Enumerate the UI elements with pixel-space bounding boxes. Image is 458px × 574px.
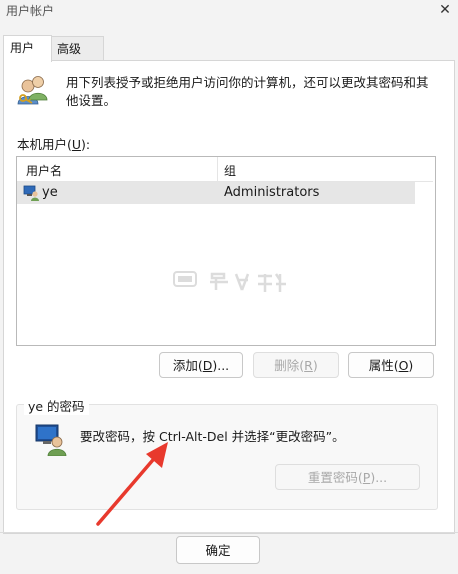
close-button[interactable]: ✕ bbox=[434, 0, 456, 20]
window-title: 用户帐户 bbox=[6, 4, 55, 18]
remove-user-button[interactable]: 删除(R) bbox=[253, 352, 339, 378]
user-account-icon bbox=[23, 185, 40, 204]
properties-button[interactable]: 属性(O) bbox=[348, 352, 434, 378]
user-group-cell: Administrators bbox=[224, 185, 320, 200]
column-header-group[interactable]: 组 bbox=[224, 162, 236, 179]
add-user-button[interactable]: 添加(D)... bbox=[159, 352, 243, 378]
watermark-logo bbox=[172, 268, 292, 301]
table-row[interactable] bbox=[17, 182, 415, 204]
user-monitor-icon bbox=[34, 422, 68, 459]
close-icon: ✕ bbox=[439, 2, 451, 18]
user-name-cell: ye bbox=[42, 185, 58, 200]
cancel-button-hidden bbox=[273, 536, 357, 564]
footer-divider bbox=[0, 532, 458, 533]
intro-text: 用下列表授予或拒绝用户访问你的计算机，还可以更改其密码和其他设置。 bbox=[66, 75, 429, 108]
annotation-arrow bbox=[90, 440, 180, 533]
ok-button[interactable]: 确定 bbox=[176, 536, 260, 564]
column-header-username[interactable]: 用户名 bbox=[26, 162, 62, 179]
password-group-title: ye 的密码 bbox=[24, 396, 89, 415]
users-list-label: 本机用户(U): bbox=[17, 137, 91, 152]
column-divider[interactable] bbox=[217, 157, 218, 181]
tab-users[interactable]: 用户 bbox=[3, 35, 52, 62]
tab-advanced[interactable]: 高级 bbox=[50, 36, 104, 61]
password-groupbox bbox=[16, 404, 438, 510]
users-keys-icon bbox=[16, 72, 50, 109]
reset-password-button[interactable]: 重置密码(P)... bbox=[275, 464, 420, 490]
